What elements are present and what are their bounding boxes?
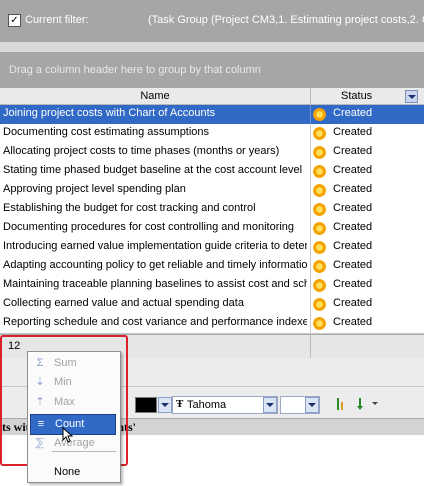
- format-button-icon[interactable]: [354, 396, 370, 412]
- column-header-status[interactable]: Status: [311, 88, 406, 104]
- menu-item-none[interactable]: None: [30, 463, 116, 482]
- cell-divider: [310, 105, 311, 124]
- menu-separator: [52, 451, 116, 452]
- mouse-cursor-icon: [62, 427, 74, 443]
- task-name-cell[interactable]: Documenting cost estimating assumptions: [3, 126, 307, 138]
- status-created-icon: [313, 260, 326, 273]
- column-header-name[interactable]: Name: [0, 88, 311, 104]
- task-name-cell[interactable]: Approving project level spending plan: [3, 183, 307, 195]
- max-icon: ⇡: [35, 396, 45, 408]
- task-name-cell[interactable]: Introducing earned value implementation …: [3, 240, 307, 252]
- menu-item-label: Min: [54, 376, 72, 388]
- table-row[interactable]: Introducing earned value implementation …: [0, 238, 424, 258]
- format-button-dropdown-icon[interactable]: [372, 397, 380, 411]
- table-row[interactable]: Allocating project costs to time phases …: [0, 143, 424, 163]
- grid-header: Name Status: [0, 88, 424, 105]
- status-created-icon: [313, 127, 326, 140]
- table-row[interactable]: Stating time phased budget baseline at t…: [0, 162, 424, 182]
- menu-item-max[interactable]: ⇡ Max: [30, 393, 116, 412]
- cell-divider: [310, 314, 311, 333]
- menu-item-label: Average: [54, 437, 95, 449]
- cell-divider: [310, 124, 311, 143]
- task-name-cell[interactable]: Adapting accounting policy to get reliab…: [3, 259, 307, 271]
- min-icon: ⇣: [35, 376, 45, 388]
- status-cell[interactable]: Created: [333, 107, 372, 119]
- cell-divider: [310, 219, 311, 238]
- task-name-cell[interactable]: Establishing the budget for cost trackin…: [3, 202, 307, 214]
- menu-item-label: None: [54, 466, 81, 478]
- status-cell[interactable]: Created: [333, 164, 372, 176]
- table-row[interactable]: Approving project level spending plan Cre…: [0, 181, 424, 201]
- status-created-icon: [313, 222, 326, 235]
- status-cell[interactable]: Created: [333, 297, 372, 309]
- cell-divider: [310, 257, 311, 276]
- average-icon: ⅀: [35, 437, 45, 449]
- footer-divider: [310, 335, 311, 359]
- status-cell[interactable]: Created: [333, 240, 372, 252]
- task-name-cell[interactable]: Joining project costs with Chart of Acco…: [3, 107, 307, 119]
- menu-item-min[interactable]: ⇣ Min: [30, 373, 116, 392]
- status-cell[interactable]: Created: [333, 316, 372, 328]
- font-color-dropdown-icon[interactable]: [158, 397, 172, 413]
- table-row[interactable]: Reporting schedule and cost variance and…: [0, 314, 424, 334]
- status-created-icon: [313, 298, 326, 311]
- cell-divider: [310, 143, 311, 162]
- filter-expression[interactable]: (Task Group (Project CM3,1. Estimating p…: [148, 14, 424, 26]
- status-cell[interactable]: Created: [333, 145, 372, 157]
- status-cell[interactable]: Created: [333, 183, 372, 195]
- sum-icon: Σ: [36, 357, 44, 369]
- column-filter-dropdown-icon[interactable]: [405, 90, 418, 103]
- status-cell[interactable]: Created: [333, 202, 372, 214]
- menu-item-sum[interactable]: Σ Sum: [30, 354, 116, 373]
- truetype-font-icon: Ŧ: [176, 398, 184, 410]
- status-created-icon: [313, 146, 326, 159]
- status-created-icon: [313, 203, 326, 216]
- table-row[interactable]: Adapting accounting policy to get reliab…: [0, 257, 424, 277]
- status-created-icon: [313, 184, 326, 197]
- table-row[interactable]: Establishing the budget for cost trackin…: [0, 200, 424, 220]
- filter-enabled-checkbox[interactable]: ✓: [8, 14, 21, 27]
- font-size-dropdown-icon[interactable]: [305, 397, 319, 413]
- status-created-icon: [313, 317, 326, 330]
- task-name-cell[interactable]: Collecting earned value and actual spend…: [3, 297, 307, 309]
- table-row[interactable]: Documenting procedures for cost controll…: [0, 219, 424, 239]
- cell-divider: [310, 181, 311, 200]
- cell-divider: [310, 238, 311, 257]
- table-row[interactable]: Documenting cost estimating assumptions C…: [0, 124, 424, 144]
- task-name-cell[interactable]: Allocating project costs to time phases …: [3, 145, 307, 157]
- cell-divider: [310, 276, 311, 295]
- table-row[interactable]: Joining project costs with Chart of Acco…: [0, 105, 424, 125]
- filter-label: Current filter:: [25, 14, 89, 26]
- menu-item-label: Max: [54, 396, 75, 408]
- task-name-cell[interactable]: Stating time phased budget baseline at t…: [3, 164, 307, 176]
- font-name-value: Tahoma: [187, 399, 227, 411]
- task-name-cell[interactable]: Maintaining traceable planning baselines…: [3, 278, 307, 290]
- cell-divider: [310, 200, 311, 219]
- filter-separator: [0, 42, 424, 52]
- font-color-swatch[interactable]: [135, 397, 157, 413]
- summary-context-menu: Σ Sum ⇣ Min ⇡ Max ≡ Count ⅀ Average None: [27, 351, 121, 483]
- status-cell[interactable]: Created: [333, 278, 372, 290]
- font-name-dropdown-icon[interactable]: [263, 397, 277, 413]
- column-header-status-label: Status: [341, 90, 373, 102]
- status-created-icon: [313, 279, 326, 292]
- status-cell[interactable]: Created: [333, 221, 372, 233]
- status-created-icon: [313, 108, 326, 121]
- task-name-cell[interactable]: Reporting schedule and cost variance and…: [3, 316, 307, 328]
- table-row[interactable]: Maintaining traceable planning baselines…: [0, 276, 424, 296]
- group-by-hint: Drag a column header here to group by th…: [9, 64, 261, 76]
- count-icon: ≡: [37, 418, 45, 430]
- menu-item-label: Sum: [54, 357, 77, 369]
- filter-bar: ✓ Current filter: (Task Group (Project C…: [0, 0, 424, 42]
- status-created-icon: [313, 241, 326, 254]
- task-name-cell[interactable]: Documenting procedures for cost controll…: [3, 221, 307, 233]
- status-cell[interactable]: Created: [333, 259, 372, 271]
- cell-divider: [310, 162, 311, 181]
- group-by-panel[interactable]: Drag a column header here to group by th…: [0, 52, 424, 88]
- status-created-icon: [313, 165, 326, 178]
- table-row[interactable]: Collecting earned value and actual spend…: [0, 295, 424, 315]
- cell-divider: [310, 295, 311, 314]
- status-cell[interactable]: Created: [333, 126, 372, 138]
- format-button-icon[interactable]: [332, 396, 348, 412]
